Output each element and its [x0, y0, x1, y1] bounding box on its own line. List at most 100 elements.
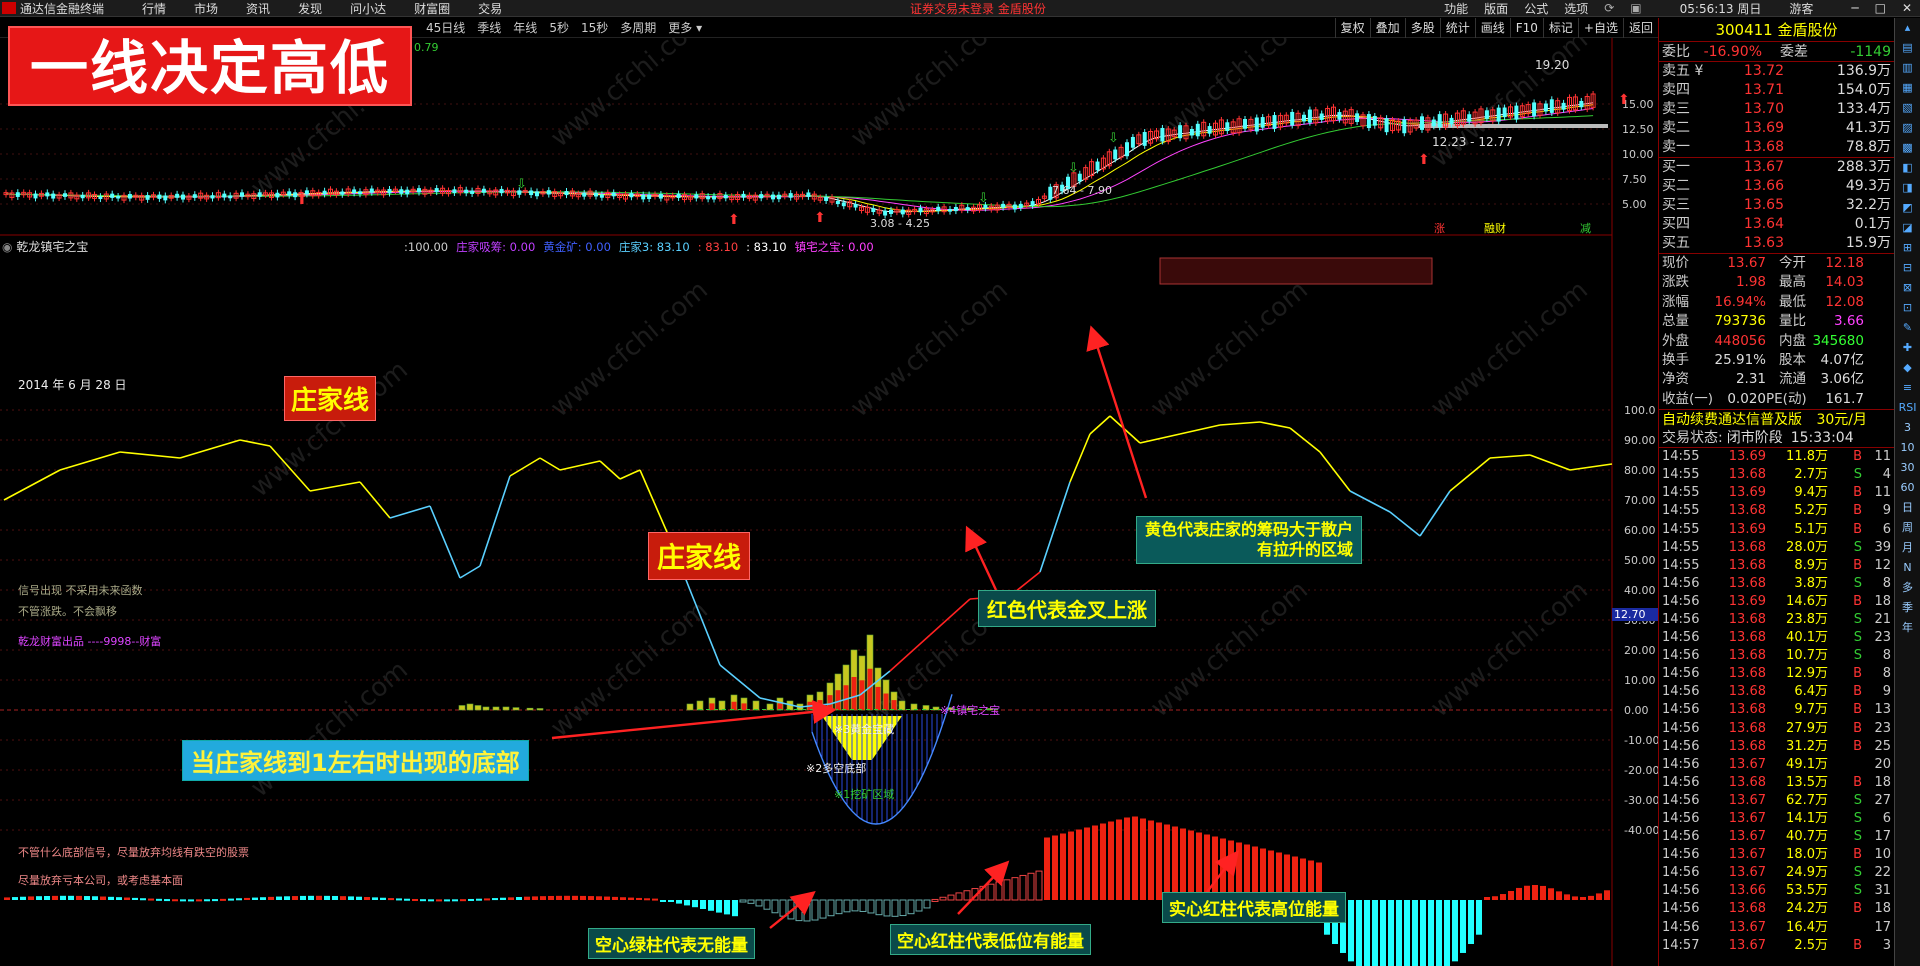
ask-row[interactable]: 卖三 13.70 133.4万	[1659, 100, 1894, 119]
tick-row[interactable]: 14:56 13.67 24.9万 S 22	[1659, 864, 1894, 882]
side-period-0[interactable]: RSI	[1895, 398, 1920, 418]
tick-row[interactable]: 14:55 13.69 9.4万 B 11	[1659, 484, 1894, 502]
tick-row[interactable]: 14:56 13.68 40.1万 S 23	[1659, 629, 1894, 647]
menu-item-jiaoyi[interactable]: 交易	[478, 0, 502, 17]
tool-zixuan[interactable]: +自选	[1577, 17, 1623, 38]
side-tool-icon[interactable]: ▧	[1895, 98, 1920, 118]
menu-item-hangqing[interactable]: 行情	[142, 0, 166, 17]
tool-fanhui[interactable]: 返回	[1622, 17, 1658, 38]
period-45day[interactable]: 45日线	[426, 19, 465, 36]
tick-row[interactable]: 14:56 13.68 12.9万 B 8	[1659, 665, 1894, 683]
side-tool-icon[interactable]: ✎	[1895, 318, 1920, 338]
tick-list[interactable]: 14:55 13.69 11.8万 B 11 14:55 13.68 2.7万 S 4 14:55 1…	[1659, 448, 1894, 955]
side-tool-icon[interactable]: ◨	[1895, 178, 1920, 198]
ask-row[interactable]: 卖五 ¥ 13.72 136.9万	[1659, 62, 1894, 81]
menu-item-gongshi[interactable]: 公式	[1524, 0, 1548, 17]
tick-row[interactable]: 14:56 13.68 10.7万 S 8	[1659, 647, 1894, 665]
menu-item-shichang[interactable]: 市场	[194, 0, 218, 17]
side-tool-icon[interactable]: ⊡	[1895, 298, 1920, 318]
tick-row[interactable]: 14:56 13.68 6.4万 B 9	[1659, 683, 1894, 701]
chart-area[interactable]: www.cfchi.com www.cfchi.com www.cfchi.com w…	[0, 5, 1659, 966]
tick-row[interactable]: 14:56 13.68 13.5万 B 18	[1659, 774, 1894, 792]
tick-row[interactable]: 14:56 13.68 27.9万 B 23	[1659, 720, 1894, 738]
tick-row[interactable]: 14:56 13.67 49.1万 20	[1659, 756, 1894, 774]
menu-item-faxian[interactable]: 发现	[298, 0, 322, 17]
indicator-name[interactable]: 乾龙镇宅之宝	[16, 240, 88, 254]
close-icon[interactable]: ✕	[1902, 1, 1912, 15]
period-season[interactable]: 季线	[477, 19, 501, 36]
side-up-icon[interactable]: ▴	[1895, 18, 1920, 38]
side-tool-icon[interactable]: ▦	[1895, 78, 1920, 98]
side-period-6[interactable]: 周	[1895, 518, 1920, 538]
tick-row[interactable]: 14:56 13.68 23.8万 S 21	[1659, 611, 1894, 629]
refresh-icon[interactable]: ⟳	[1604, 1, 1614, 15]
tool-biaoji[interactable]: 标记	[1542, 17, 1578, 38]
side-tool-icon[interactable]: ◩	[1895, 198, 1920, 218]
tick-row[interactable]: 14:55 13.68 5.2万 B 9	[1659, 502, 1894, 520]
side-tool-icon[interactable]: ▨	[1895, 118, 1920, 138]
side-period-11[interactable]: 年	[1895, 618, 1920, 638]
tick-row[interactable]: 14:56 13.67 40.7万 S 17	[1659, 828, 1894, 846]
tick-row[interactable]: 14:56 13.68 24.2万 B 18	[1659, 900, 1894, 918]
bid-row[interactable]: 买二 13.66 49.3万	[1659, 177, 1894, 196]
tick-row[interactable]: 14:56 13.68 9.7万 B 13	[1659, 701, 1894, 719]
tick-row[interactable]: 14:57 13.67 2.5万 B 3	[1659, 937, 1894, 955]
tick-row[interactable]: 14:56 13.66 53.5万 S 31	[1659, 882, 1894, 900]
period-more[interactable]: 更多 ▾	[668, 19, 702, 36]
side-tool-icon[interactable]: ✚	[1895, 338, 1920, 358]
tool-diejia[interactable]: 叠加	[1369, 17, 1405, 38]
side-period-8[interactable]: N	[1895, 558, 1920, 578]
tool-duogu[interactable]: 多股	[1404, 17, 1440, 38]
period-year[interactable]: 年线	[513, 19, 537, 36]
tick-row[interactable]: 14:56 13.67 14.1万 S 6	[1659, 810, 1894, 828]
period-5s[interactable]: 5秒	[549, 19, 569, 36]
side-period-10[interactable]: 季	[1895, 598, 1920, 618]
period-multi[interactable]: 多周期	[620, 19, 656, 36]
tick-row[interactable]: 14:56 13.68 31.2万 B 25	[1659, 738, 1894, 756]
minimize-icon[interactable]: ─	[1851, 1, 1858, 15]
side-tool-icon[interactable]: ◪	[1895, 218, 1920, 238]
promo-row[interactable]: 自动续费通达信普及版 30元/月	[1659, 409, 1894, 429]
menu-item-xuanxiang[interactable]: 选项	[1564, 0, 1588, 17]
ask-row[interactable]: 卖一 13.68 78.8万	[1659, 138, 1894, 157]
side-tool-icon[interactable]: ▩	[1895, 138, 1920, 158]
side-tool-icon[interactable]: ▥	[1895, 58, 1920, 78]
side-tool-icon[interactable]: ◆	[1895, 358, 1920, 378]
bid-row[interactable]: 买四 13.64 0.1万	[1659, 215, 1894, 234]
tick-row[interactable]: 14:56 13.67 18.0万 B 10	[1659, 846, 1894, 864]
menu-item-banmian[interactable]: 版面	[1484, 0, 1508, 17]
tick-row[interactable]: 14:56 13.67 62.7万 S 27	[1659, 792, 1894, 810]
tick-row[interactable]: 14:55 13.68 2.7万 S 4	[1659, 466, 1894, 484]
tick-row[interactable]: 14:55 13.68 28.0万 S 39	[1659, 539, 1894, 557]
login-notice[interactable]: 证券交易未登录 金盾股份	[910, 0, 1046, 17]
bid-row[interactable]: 买三 13.65 32.2万	[1659, 196, 1894, 215]
tool-fuquan[interactable]: 复权	[1334, 17, 1370, 38]
period-15s[interactable]: 15秒	[581, 19, 608, 36]
tick-row[interactable]: 14:55 13.68 8.9万 B 12	[1659, 557, 1894, 575]
side-period-9[interactable]: 多	[1895, 578, 1920, 598]
side-tool-icon[interactable]: ⊠	[1895, 278, 1920, 298]
tool-tongji[interactable]: 统计	[1439, 17, 1475, 38]
side-period-5[interactable]: 日	[1895, 498, 1920, 518]
menu-item-gongneng[interactable]: 功能	[1444, 0, 1468, 17]
tool-f10[interactable]: F10	[1509, 17, 1543, 38]
bid-row[interactable]: 买五 13.63 15.9万	[1659, 234, 1894, 253]
side-period-2[interactable]: 10	[1895, 438, 1920, 458]
menu-item-wenxiaoda[interactable]: 问小达	[350, 0, 386, 17]
side-tool-icon[interactable]: ⊞	[1895, 238, 1920, 258]
tick-row[interactable]: 14:56 13.67 16.4万 17	[1659, 919, 1894, 937]
lock-icon[interactable]: ▣	[1630, 1, 1641, 15]
stock-title[interactable]: 300411 金盾股份	[1659, 18, 1894, 42]
bid-row[interactable]: 买一 13.67 288.3万	[1659, 158, 1894, 177]
side-tool-icon[interactable]: ▤	[1895, 38, 1920, 58]
ask-row[interactable]: 卖四 13.71 154.0万	[1659, 81, 1894, 100]
user-label[interactable]: 游客	[1789, 0, 1813, 17]
chart-canvas[interactable]: www.cfchi.com www.cfchi.com www.cfchi.com w…	[0, 5, 1659, 966]
ask-row[interactable]: 卖二 13.69 41.3万	[1659, 119, 1894, 138]
side-period-4[interactable]: 60	[1895, 478, 1920, 498]
side-tool-icon[interactable]: ⊟	[1895, 258, 1920, 278]
side-period-1[interactable]: 3	[1895, 418, 1920, 438]
tick-row[interactable]: 14:56 13.68 3.8万 S 8	[1659, 575, 1894, 593]
menu-item-caifuquan[interactable]: 财富圈	[414, 0, 450, 17]
side-period-3[interactable]: 30	[1895, 458, 1920, 478]
